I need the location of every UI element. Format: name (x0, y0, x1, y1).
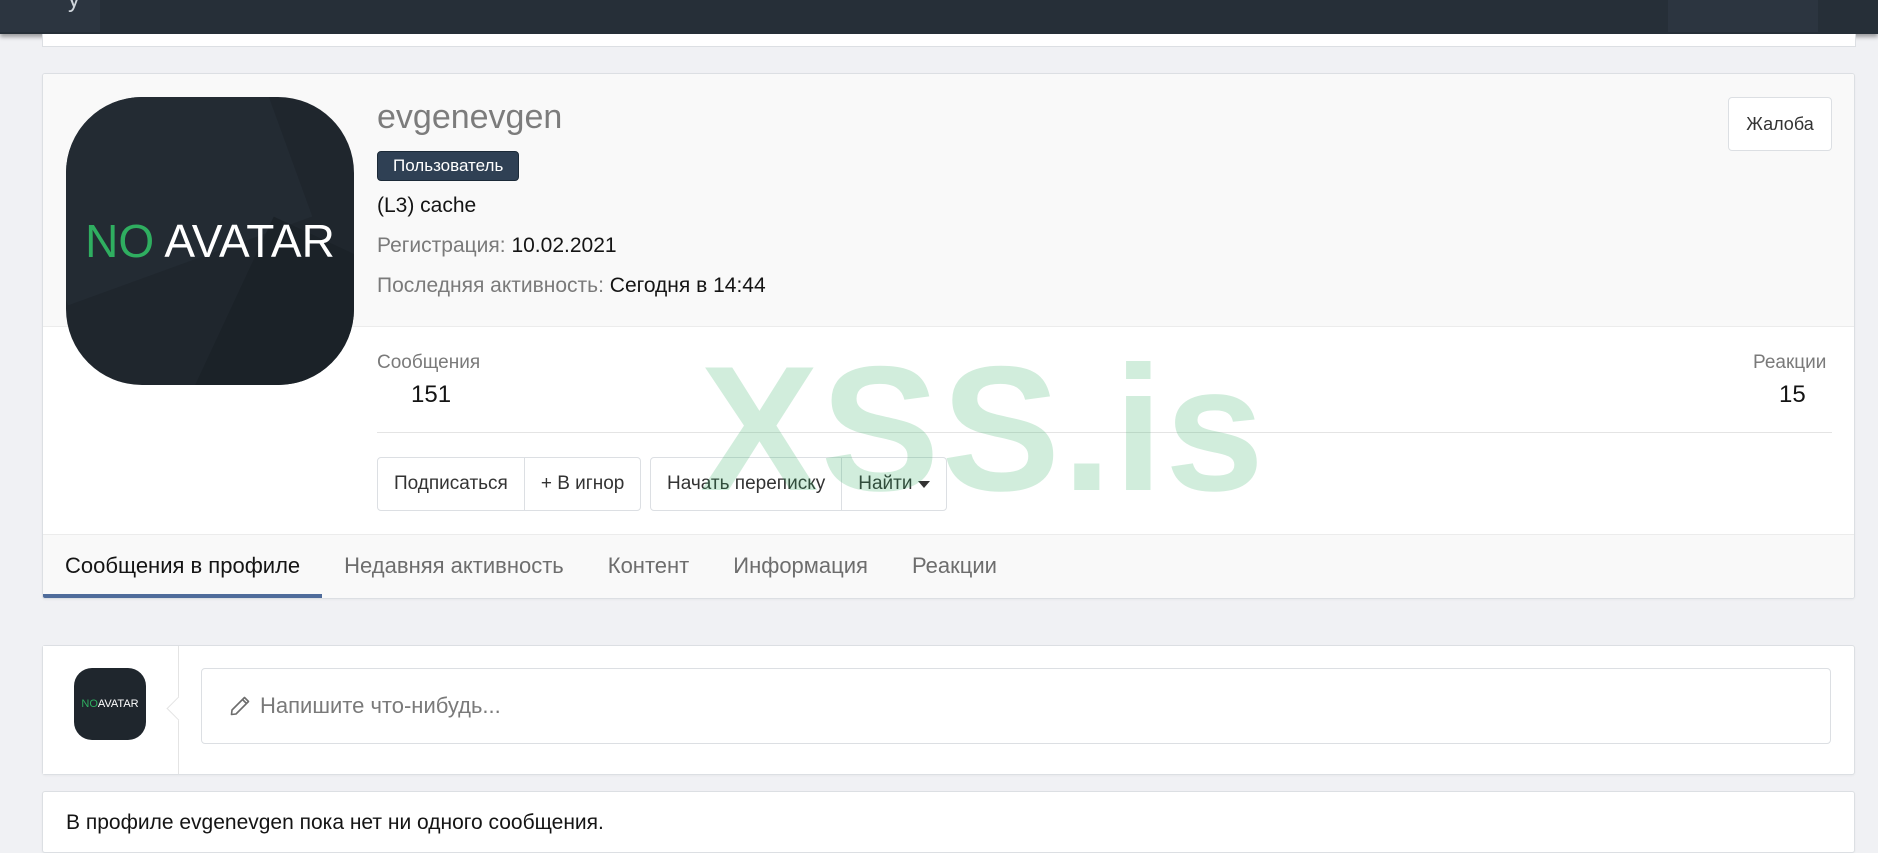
reactions-stat-label: Реакции (1753, 352, 1827, 373)
tab-recent-activity[interactable]: Недавняя активность (322, 534, 586, 598)
caret-down-icon (918, 480, 931, 488)
tab-information[interactable]: Информация (711, 534, 890, 598)
profile-card: NO AVATAR evgenevgen Пользователь (L3) c… (42, 73, 1855, 599)
conversation-find-group: Начать переписку Найти (650, 457, 948, 511)
messages-stat-label: Сообщения (377, 352, 481, 373)
ignore-button[interactable]: + В игнор (525, 458, 640, 510)
avatar[interactable]: NO AVATAR (66, 97, 354, 385)
pencil-icon (230, 696, 250, 716)
registration-date: Регистрация: 10.02.2021 (377, 234, 617, 257)
empty-message: В профиле evgenevgen пока нет ни одного … (66, 811, 604, 834)
post-input[interactable]: Напишите что-нибудь... (201, 668, 1831, 744)
messages-stat-value[interactable]: 151 (411, 381, 451, 409)
tab-content[interactable]: Контент (586, 534, 712, 598)
report-button[interactable]: Жалоба (1728, 97, 1832, 151)
user-title: (L3) cache (377, 194, 477, 217)
profile-tabs: Сообщения в профиле Недавняя активность … (43, 534, 1019, 598)
reactions-stat-value[interactable]: 15 (1779, 381, 1806, 409)
avatar-placeholder-text: NO AVATAR (85, 215, 335, 267)
last-activity: Последняя активность: Сегодня в 14:44 (377, 274, 766, 297)
profile-username: evgenevgen (377, 98, 563, 136)
start-conversation-button[interactable]: Начать переписку (651, 458, 843, 510)
tab-profile-posts[interactable]: Сообщения в профиле (43, 534, 323, 598)
user-role-badge: Пользователь (377, 151, 520, 181)
sub-navigation (42, 34, 1856, 47)
empty-posts-notice: В профиле evgenevgen пока нет ни одного … (42, 791, 1855, 853)
top-navigation-bar: y (0, 0, 1878, 34)
divider (377, 432, 1832, 433)
profile-post-composer: NOAVATAR Напишите что-нибудь... (42, 645, 1855, 775)
post-input-placeholder: Напишите что-нибудь... (260, 693, 501, 718)
user-menu-area[interactable] (1668, 0, 1818, 32)
follow-button[interactable]: Подписаться (378, 458, 525, 510)
follow-ignore-group: Подписаться + В игнор (377, 457, 642, 511)
current-user-avatar[interactable]: NOAVATAR (74, 668, 146, 740)
find-dropdown-button[interactable]: Найти (842, 458, 946, 510)
tab-reactions[interactable]: Реакции (890, 534, 1019, 598)
site-logo[interactable]: y (0, 0, 100, 32)
